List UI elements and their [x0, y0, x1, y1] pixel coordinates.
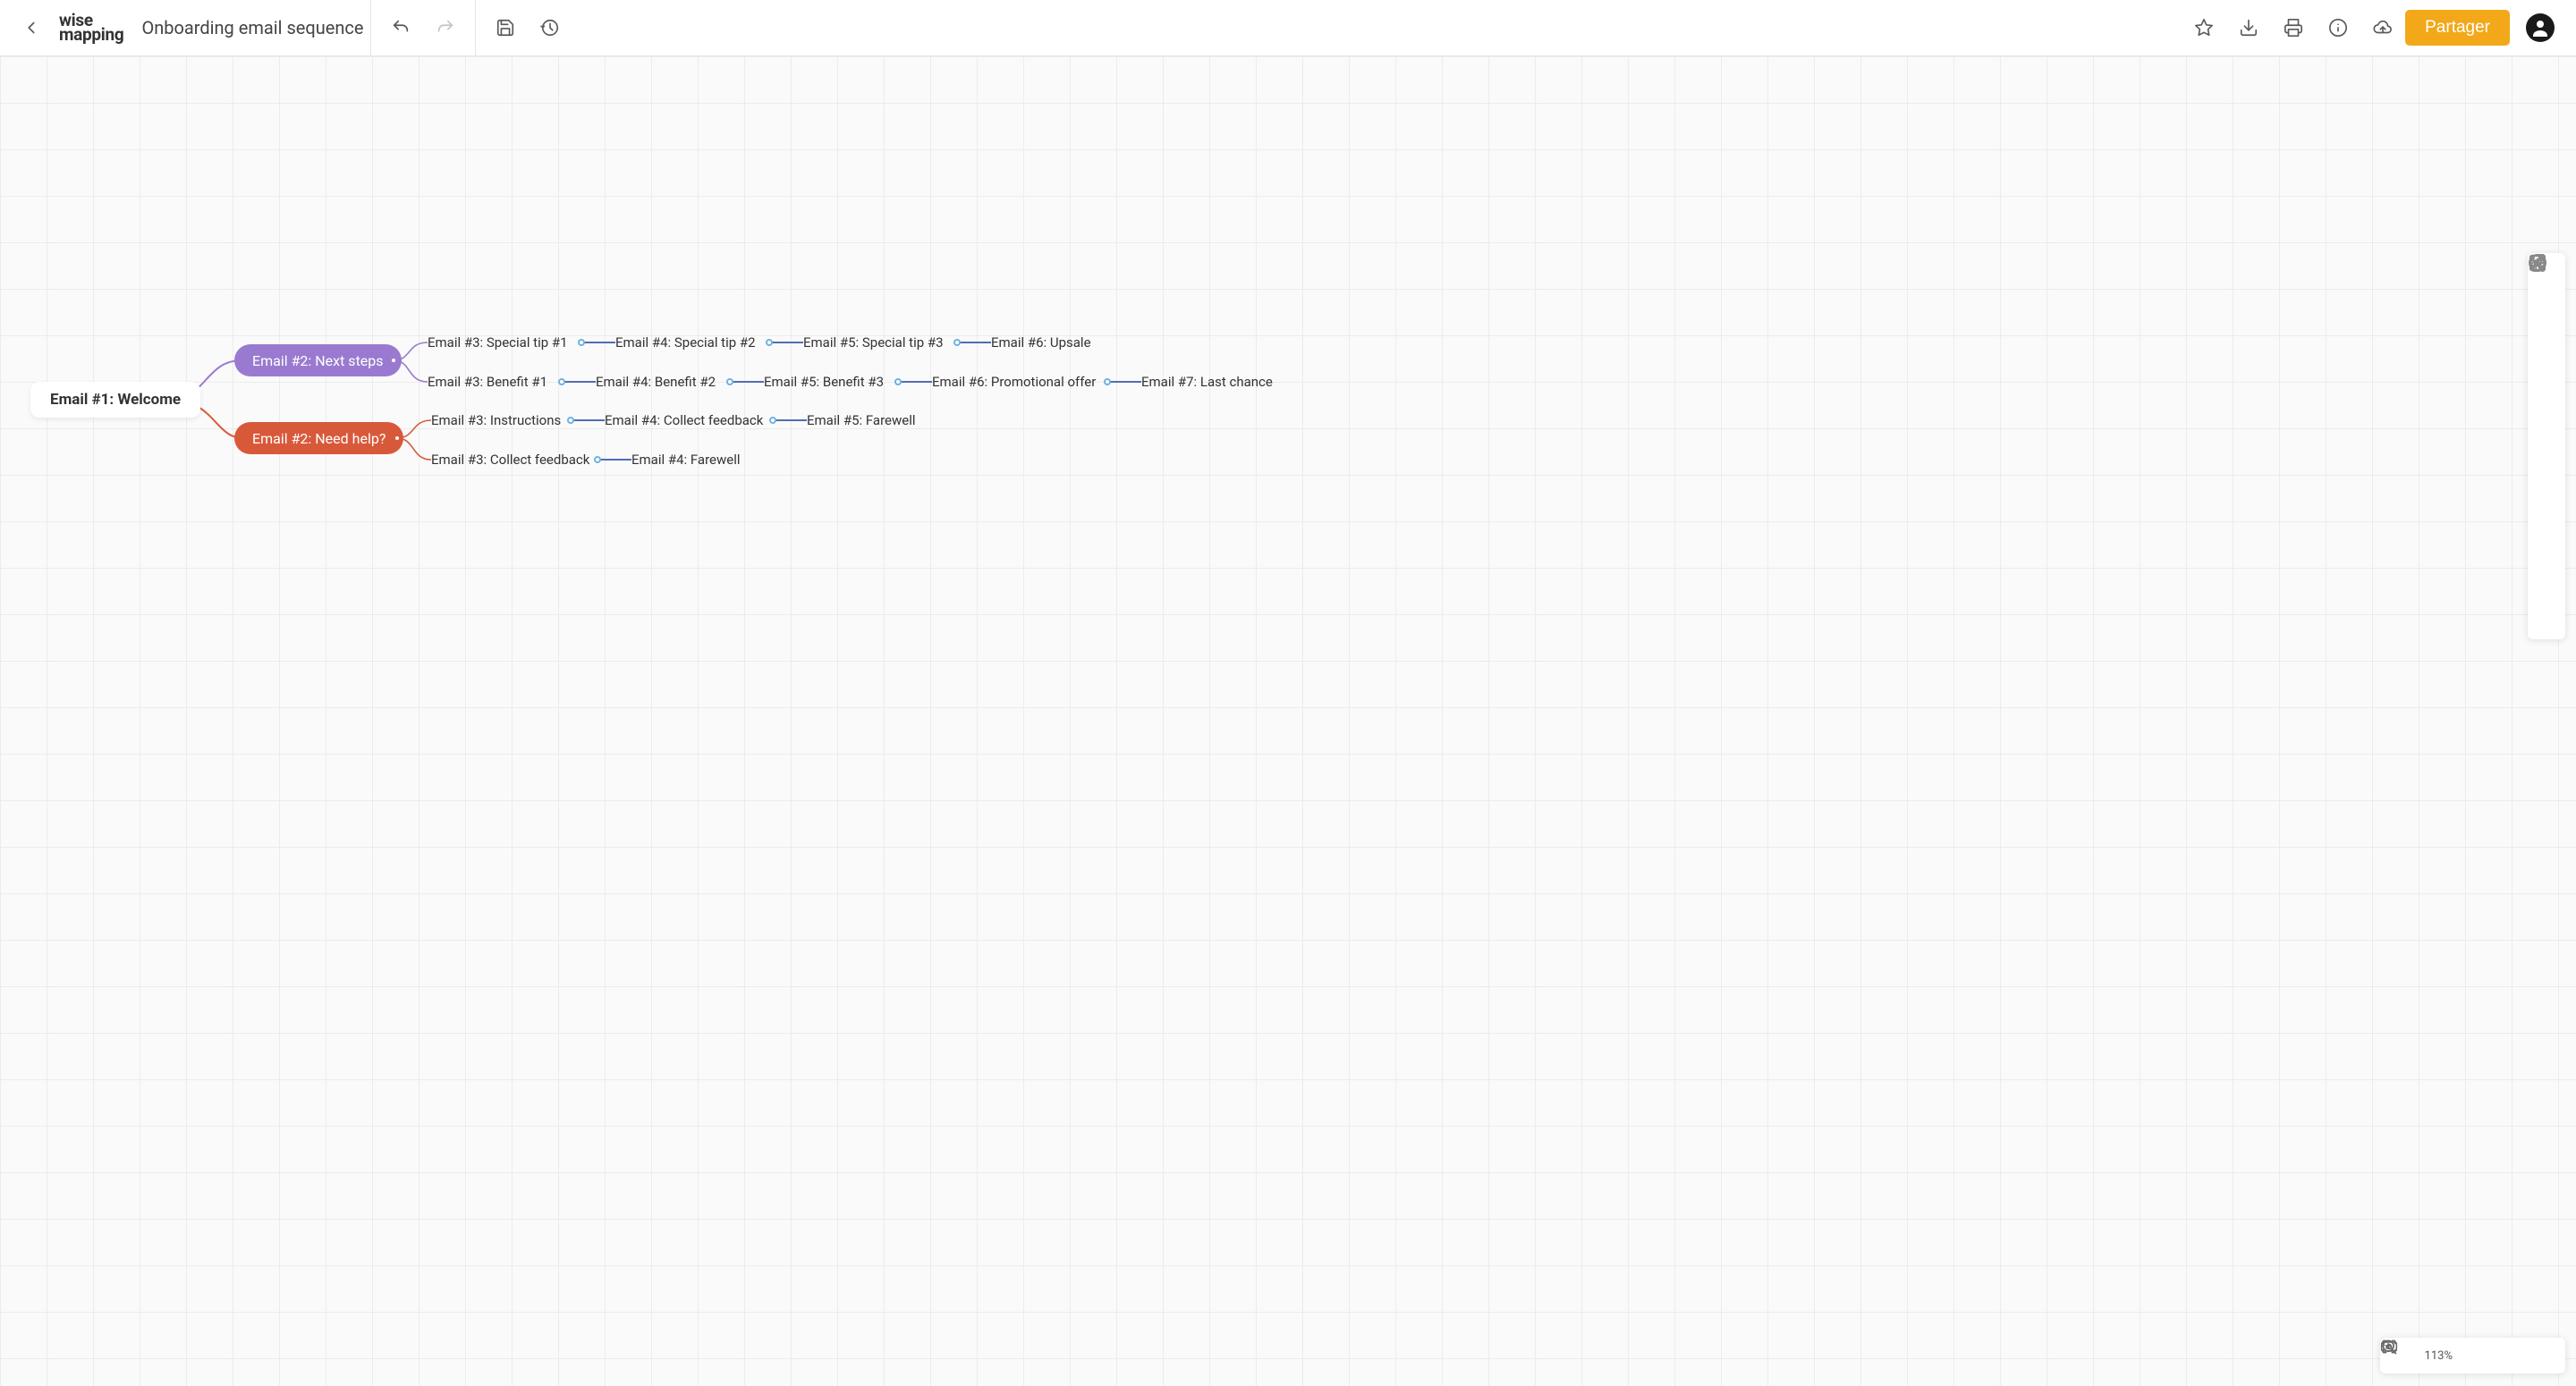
node-b1-0[interactable]: Email #3: Instructions — [431, 410, 561, 430]
history-button[interactable] — [528, 5, 572, 50]
cloud-upload-icon — [2373, 18, 2393, 38]
side-panel — [2528, 253, 2565, 639]
link-button[interactable] — [2528, 521, 2565, 559]
zoom-out-bottom[interactable] — [2497, 1343, 2522, 1368]
node-a2-3[interactable]: Email #6: Promotional offer — [932, 372, 1096, 392]
center-focus-icon — [2380, 1338, 2398, 1356]
plus-circle-icon — [2528, 253, 2547, 273]
node-handle[interactable] — [558, 378, 565, 385]
node-handle[interactable] — [567, 417, 574, 424]
undo-button[interactable] — [378, 5, 423, 50]
map-title[interactable]: Onboarding email sequence — [138, 17, 363, 38]
star-icon — [2194, 18, 2214, 38]
node-b1-2[interactable]: Email #5: Farewell — [807, 410, 916, 430]
keyboard-button[interactable] — [2531, 1343, 2556, 1368]
person-icon — [2529, 17, 2551, 38]
redo-icon — [436, 18, 455, 38]
node-b2-0[interactable]: Email #3: Collect feedback — [431, 450, 589, 469]
node-handle[interactable] — [726, 378, 733, 385]
zoom-level: 113% — [2423, 1349, 2454, 1363]
save-icon — [496, 18, 515, 38]
note-button[interactable] — [2528, 484, 2565, 521]
node-root[interactable]: Email #1: Welcome — [30, 382, 200, 418]
node-handle[interactable] — [594, 456, 601, 463]
zoom-in-bottom[interactable] — [2463, 1343, 2488, 1368]
node-a2-1[interactable]: Email #4: Benefit #2 — [596, 372, 716, 392]
node-b1-1[interactable]: Email #4: Collect feedback — [605, 410, 763, 430]
branch-b-handle[interactable] — [394, 435, 401, 442]
node-handle[interactable] — [1104, 378, 1111, 385]
emoji-button[interactable] — [2528, 446, 2565, 484]
back-button[interactable] — [9, 5, 54, 50]
node-handle[interactable] — [953, 339, 961, 346]
star-button[interactable] — [2182, 5, 2226, 50]
download-button[interactable] — [2226, 5, 2271, 50]
separator — [475, 0, 476, 56]
account-avatar[interactable] — [2526, 13, 2555, 42]
relationship-button[interactable] — [2528, 409, 2565, 446]
node-handle[interactable] — [894, 378, 902, 385]
mindmap-canvas[interactable]: Email #1: Welcome Email #2: Next steps E… — [0, 56, 2576, 1386]
history-icon — [540, 18, 560, 38]
node-a1-1[interactable]: Email #4: Special tip #2 — [615, 333, 756, 352]
zoom-fit-button[interactable] — [2389, 1343, 2414, 1368]
share-button[interactable]: Partager — [2405, 10, 2510, 46]
branch-a-handle[interactable] — [390, 357, 397, 364]
node-a1-0[interactable]: Email #3: Special tip #1 — [428, 333, 568, 352]
zoom-in-button[interactable] — [2528, 258, 2565, 296]
node-handle[interactable] — [578, 339, 585, 346]
publish-button[interactable] — [2360, 5, 2405, 50]
separator — [370, 0, 371, 56]
zoom-bar: 113% — [2380, 1338, 2565, 1373]
print-icon — [2284, 18, 2303, 38]
node-a2-2[interactable]: Email #5: Benefit #3 — [764, 372, 884, 392]
node-branch-a[interactable]: Email #2: Next steps — [234, 344, 402, 376]
info-icon — [2328, 18, 2348, 38]
download-icon — [2239, 18, 2258, 38]
code-button[interactable] — [2528, 559, 2565, 596]
info-button[interactable] — [2316, 5, 2360, 50]
redo-button[interactable] — [423, 5, 468, 50]
node-b2-1[interactable]: Email #4: Farewell — [631, 450, 741, 469]
node-a2-0[interactable]: Email #3: Benefit #1 — [428, 372, 547, 392]
node-branch-b[interactable]: Email #2: Need help? — [234, 422, 403, 454]
node-a2-4[interactable]: Email #7: Last chance — [1141, 372, 1273, 392]
node-a1-2[interactable]: Email #5: Special tip #3 — [803, 333, 944, 352]
theme-button[interactable] — [2528, 596, 2565, 634]
print-button[interactable] — [2271, 5, 2316, 50]
node-a1-3[interactable]: Email #6: Upsale — [991, 333, 1091, 352]
node-handle[interactable] — [769, 417, 776, 424]
topic-style-button[interactable] — [2528, 334, 2565, 371]
top-toolbar: wisemapping Onboarding email sequence Pa… — [0, 0, 2576, 56]
undo-icon — [391, 18, 411, 38]
zoom-out-button[interactable] — [2528, 296, 2565, 334]
font-button[interactable] — [2528, 371, 2565, 409]
node-handle[interactable] — [766, 339, 773, 346]
brand-logo[interactable]: wisemapping — [54, 13, 138, 41]
save-button[interactable] — [483, 5, 528, 50]
connectors-svg — [0, 56, 1351, 727]
chevron-left-icon — [21, 18, 41, 38]
